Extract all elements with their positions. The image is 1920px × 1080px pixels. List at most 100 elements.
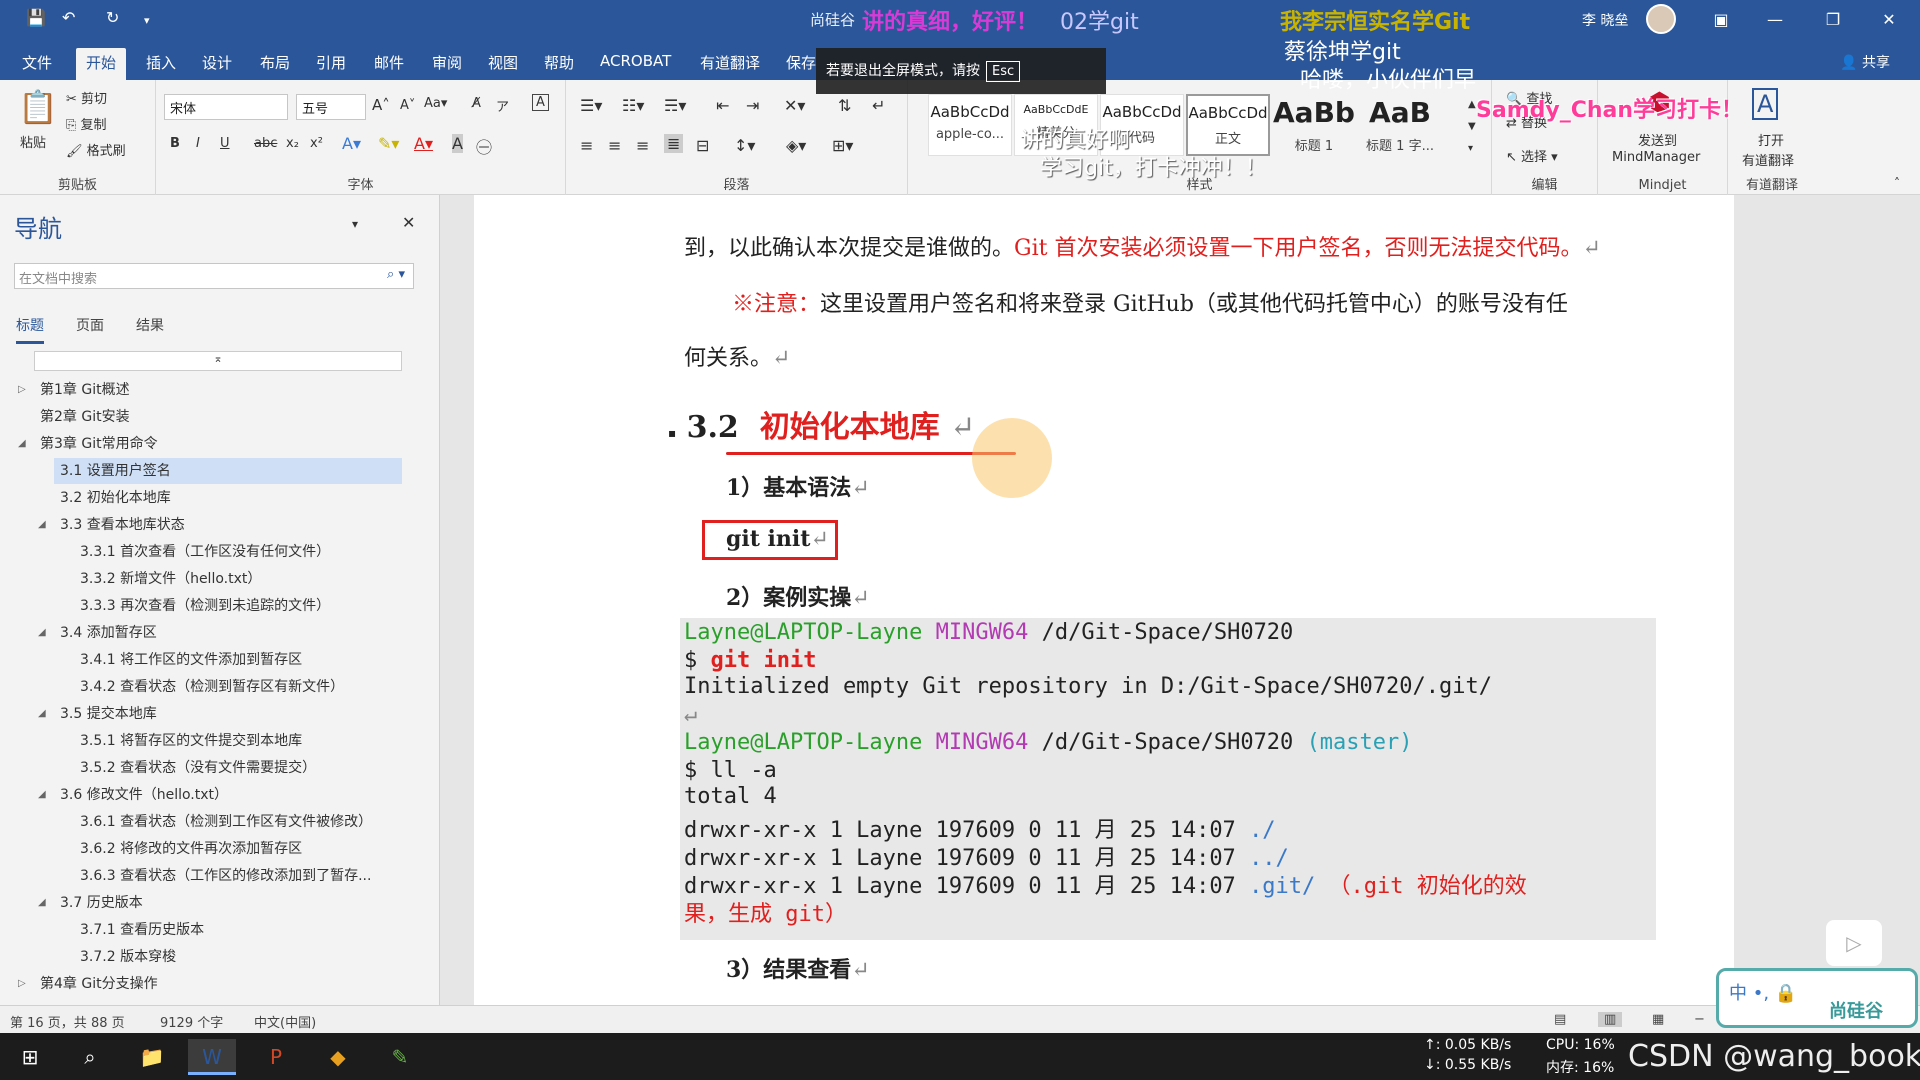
ribbon-display-icon[interactable]: ▣ [1698,4,1744,36]
character-shading-icon[interactable]: A [452,134,463,153]
nav-heading-item[interactable]: 第4章 Git分支操作 [40,971,158,997]
text-effects-icon[interactable]: A▾ [342,134,361,153]
user-name[interactable]: 李 晓垒 [1582,10,1628,30]
page-count[interactable]: 第 16 页，共 88 页 [10,1012,125,1031]
format-painter-button[interactable]: 🖌 格式刷 [66,140,126,159]
increase-indent-icon[interactable]: ⇥ [746,96,759,115]
nav-heading-item[interactable]: 3.6.1 查看状态（检测到工作区有文件被修改） [80,809,372,835]
tab-insert[interactable]: 插入 [136,48,186,80]
bold-button[interactable]: B [170,136,180,151]
search-icon[interactable]: ⌕ ▾ [387,267,405,282]
paste-button[interactable]: 粘贴 [20,132,46,151]
collapse-ribbon-icon[interactable]: ˄ [1894,176,1900,190]
word-count[interactable]: 9129 个字 [160,1012,223,1031]
nav-heading-item[interactable]: 3.1 设置用户签名 [54,458,402,484]
nav-options-icon[interactable]: ▾ [352,217,358,231]
nav-tab-headings[interactable]: 标题 [16,315,44,344]
scroll-up-bar[interactable]: ⌅ [34,351,402,371]
powerpoint-icon[interactable]: P [252,1039,300,1075]
style-heading-1[interactable]: AaBb 标题 1 [1272,94,1356,156]
superscript-button[interactable]: x² [310,136,323,151]
style-apple-code[interactable]: AaBbCcDd apple-co... [928,94,1012,156]
file-explorer-icon[interactable]: 📁 [128,1039,176,1075]
nav-heading-item[interactable]: 3.4.1 将工作区的文件添加到暂存区 [80,647,302,673]
decrease-indent-icon[interactable]: ⇤ [716,96,729,115]
clear-format-icon[interactable]: A̸ [472,96,481,111]
tab-view[interactable]: 视图 [478,48,528,80]
nav-heading-item[interactable]: 第3章 Git常用命令 [40,431,158,457]
nav-expand-icon[interactable]: ◢ [38,782,46,808]
copy-button[interactable]: ⎘ 复制 [66,114,107,133]
minimize-icon[interactable]: — [1752,4,1798,36]
tab-youdao[interactable]: 有道翻译 [690,48,770,80]
nav-heading-item[interactable]: 3.3.1 首次查看（工作区没有任何文件） [80,539,330,565]
play-icon[interactable]: ▷ [1826,920,1882,966]
multilevel-list-icon[interactable]: ☴▾ [664,96,686,115]
enclose-character-icon[interactable]: ㊀ [476,134,492,158]
undo-icon[interactable]: ↶ [62,8,75,27]
shading-icon[interactable]: ◈▾ [786,136,806,155]
chinese-layout-icon[interactable]: ✕▾ [784,96,805,115]
character-border-icon[interactable]: A [532,94,549,111]
web-layout-icon[interactable]: ▦ [1652,1012,1664,1027]
open-label[interactable]: 打开 [1758,130,1784,149]
nav-search-input[interactable]: 在文档中搜索 ⌕ ▾ [14,263,414,289]
nav-heading-item[interactable]: 3.7 历史版本 [60,890,143,916]
sort-icon[interactable]: ⇅ [838,96,851,115]
show-marks-icon[interactable]: ↵ [872,96,885,115]
styles-scroll-icon[interactable]: ▲ ▼ ▾ [1468,94,1476,160]
font-size-select[interactable]: 五号 [296,94,366,120]
bullets-icon[interactable]: ☰▾ [580,96,602,115]
youdao-translate-label[interactable]: 有道翻译 [1742,150,1794,169]
nav-heading-item[interactable]: 3.7.1 查看历史版本 [80,917,204,943]
redo-icon[interactable]: ↻ [106,8,119,27]
nav-heading-item[interactable]: 第2章 Git安装 [40,404,130,430]
strikethrough-button[interactable]: abc [254,136,277,151]
windows-start-icon[interactable]: ⊞ [6,1039,54,1075]
borders-icon[interactable]: ⊞▾ [832,136,853,155]
style-normal[interactable]: AaBbCcDd 正文 [1186,94,1270,156]
change-case-icon[interactable]: Aa▾ [424,96,447,111]
nav-heading-item[interactable]: 3.4 添加暂存区 [60,620,157,646]
tab-home[interactable]: 开始 [76,48,127,80]
tab-help[interactable]: 帮助 [534,48,584,80]
italic-button[interactable]: I [196,136,200,151]
close-icon[interactable]: ✕ [1866,4,1912,36]
font-family-select[interactable]: 宋体 [164,94,288,120]
tab-file[interactable]: 文件 [12,48,62,80]
avatar[interactable] [1646,4,1676,34]
style-heading-1-char[interactable]: AaB 标题 1 字... [1358,94,1442,156]
share-button[interactable]: 👤 共享 [1840,52,1890,72]
nav-close-icon[interactable]: ✕ [402,213,415,232]
send-to-label[interactable]: 发送到 [1638,130,1677,149]
select-button[interactable]: ↖ 选择 ▾ [1506,146,1558,165]
tab-layout[interactable]: 布局 [250,48,300,80]
nav-heading-item[interactable]: 3.7.2 版本穿梭 [80,944,176,970]
phonetic-guide-icon[interactable]: ア [496,96,509,115]
word-icon[interactable]: W [188,1039,236,1075]
grow-font-icon[interactable]: A˄ [372,96,390,114]
align-center-icon[interactable]: ≡ [608,136,621,155]
underline-button[interactable]: U [220,136,230,151]
nav-expand-icon[interactable]: ▷ [18,377,26,403]
tab-acrobat[interactable]: ACROBAT [590,48,681,80]
nav-heading-item[interactable]: 3.6.2 将修改的文件再次添加暂存区 [80,836,302,862]
notepad-icon[interactable]: ✎ [376,1039,424,1075]
line-spacing-icon[interactable]: ↕▾ [734,136,755,155]
read-mode-icon[interactable]: ▤ [1554,1012,1566,1027]
tab-mailings[interactable]: 邮件 [364,48,414,80]
nav-expand-icon[interactable]: ◢ [38,701,46,727]
app-icon[interactable]: ◆ [314,1039,362,1075]
nav-heading-item[interactable]: 3.2 初始化本地库 [60,485,171,511]
shrink-font-icon[interactable]: A˅ [400,98,415,113]
nav-heading-item[interactable]: 3.3.2 新增文件（hello.txt） [80,566,261,592]
tab-review[interactable]: 审阅 [422,48,472,80]
paste-icon[interactable]: 📋 [18,88,58,126]
restore-icon[interactable]: ❐ [1810,4,1856,36]
numbering-icon[interactable]: ☷▾ [622,96,644,115]
translate-icon[interactable]: A [1752,88,1779,120]
language-indicator[interactable]: 中文(中国) [254,1012,316,1031]
nav-heading-item[interactable]: 第1章 Git概述 [40,377,130,403]
nav-expand-icon[interactable]: ◢ [38,512,46,538]
tab-references[interactable]: 引用 [306,48,356,80]
